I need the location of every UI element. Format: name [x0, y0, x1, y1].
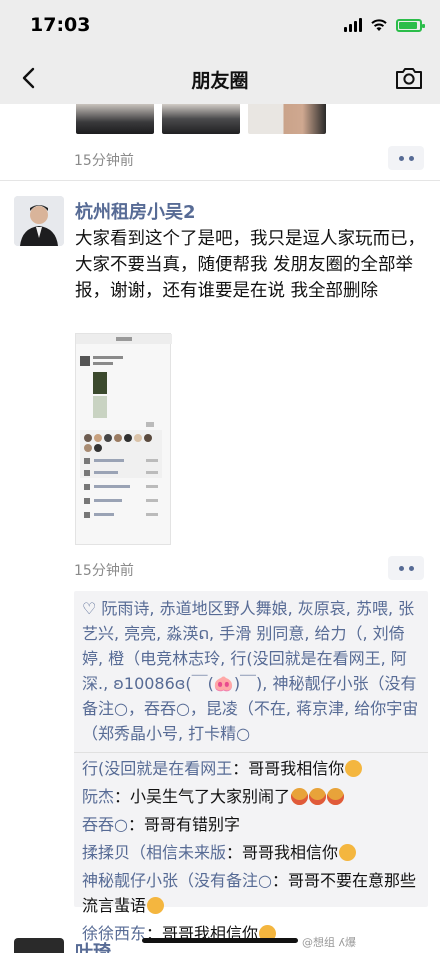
fist-emoji-icon [345, 760, 363, 777]
nav-bar: 朋友圈 [0, 52, 440, 104]
comment-item[interactable]: 吞吞○：哥哥有错别字 [74, 812, 428, 837]
previous-post-photos [76, 104, 326, 134]
post-divider [0, 180, 440, 181]
angry-emoji-icon [327, 788, 345, 805]
comment-item[interactable]: 阮杰：小吴生气了大家别闹了 [74, 784, 428, 809]
page-title: 朋友圈 [191, 70, 249, 92]
comment-text: ：哥哥我相信你 [226, 843, 339, 862]
fist-emoji-icon [339, 844, 357, 861]
dot-icon [398, 565, 404, 571]
comment-text: ：哥哥有错别字 [127, 815, 240, 834]
post-author[interactable]: 杭州租房小吴2 [75, 198, 196, 224]
photo-thumbnail[interactable] [162, 104, 240, 134]
comment-author[interactable]: 吞吞○ [82, 815, 128, 834]
post-time: 15分钟前 [74, 563, 134, 579]
status-time: 17:03 [30, 14, 91, 36]
comment-item[interactable]: 神秘靓仔小张（没有备注○：哥哥不要在意那些流言蜚语 [74, 868, 428, 918]
battery-icon [396, 18, 425, 32]
next-post-author[interactable]: 叶琦 [75, 938, 111, 953]
more-actions-button[interactable] [388, 146, 424, 170]
angry-emoji-icon [291, 788, 309, 805]
avatar[interactable] [14, 196, 64, 246]
previous-post-time: 15分钟前 [74, 153, 134, 169]
photo-thumbnail[interactable] [76, 104, 154, 134]
comment-author[interactable]: 阮杰 [82, 787, 114, 806]
comment-author[interactable]: 行(没回就是在看网王 [82, 759, 232, 778]
comment-text: ：哥哥我相信你 [232, 759, 345, 778]
angry-emoji-icon [309, 788, 327, 805]
comment-item[interactable]: 行(没回就是在看网王：哥哥我相信你 [74, 756, 428, 781]
dot-icon [398, 155, 404, 161]
status-bar: 17:03 [0, 0, 440, 52]
comment-author[interactable]: 揉揉贝（相信未来版 [82, 843, 226, 862]
dot-icon [408, 565, 414, 571]
camera-icon[interactable] [394, 64, 424, 92]
post-image[interactable] [75, 333, 172, 545]
signal-icon [344, 18, 362, 32]
comment-text: ：小吴生气了大家别闹了 [114, 787, 291, 806]
likes-comments-box: ♡ 阮雨诗, 赤道地区野人舞娘, 灰原哀, 苏喂, 张艺兴, 亮亮, 淼渶ດ, … [74, 591, 428, 943]
wifi-icon [371, 19, 387, 31]
screenshot-thumbnail-icon [76, 334, 172, 518]
next-post-avatar[interactable] [14, 938, 64, 953]
watermark: @想组 ʎ爆 [302, 936, 357, 949]
comment-item[interactable]: 揉揉贝（相信未来版：哥哥我相信你 [74, 840, 428, 865]
photo-thumbnail[interactable] [248, 104, 326, 134]
more-actions-button[interactable] [388, 556, 424, 580]
person-avatar-icon [14, 196, 64, 246]
status-icons [344, 18, 425, 32]
home-indicator[interactable] [142, 938, 298, 943]
comment-author[interactable]: 神秘靓仔小张（没有备注○ [82, 871, 272, 890]
likes-list[interactable]: ♡ 阮雨诗, 赤道地区野人舞娘, 灰原哀, 苏喂, 张艺兴, 亮亮, 淼渶ດ, … [74, 591, 428, 753]
fist-emoji-icon [147, 897, 165, 914]
post-text: 大家看到这个了是吧，我只是逗人家玩而已，大家不要当真，随便帮我 发朋友圈的全部举… [75, 229, 425, 301]
dot-icon [408, 155, 414, 161]
